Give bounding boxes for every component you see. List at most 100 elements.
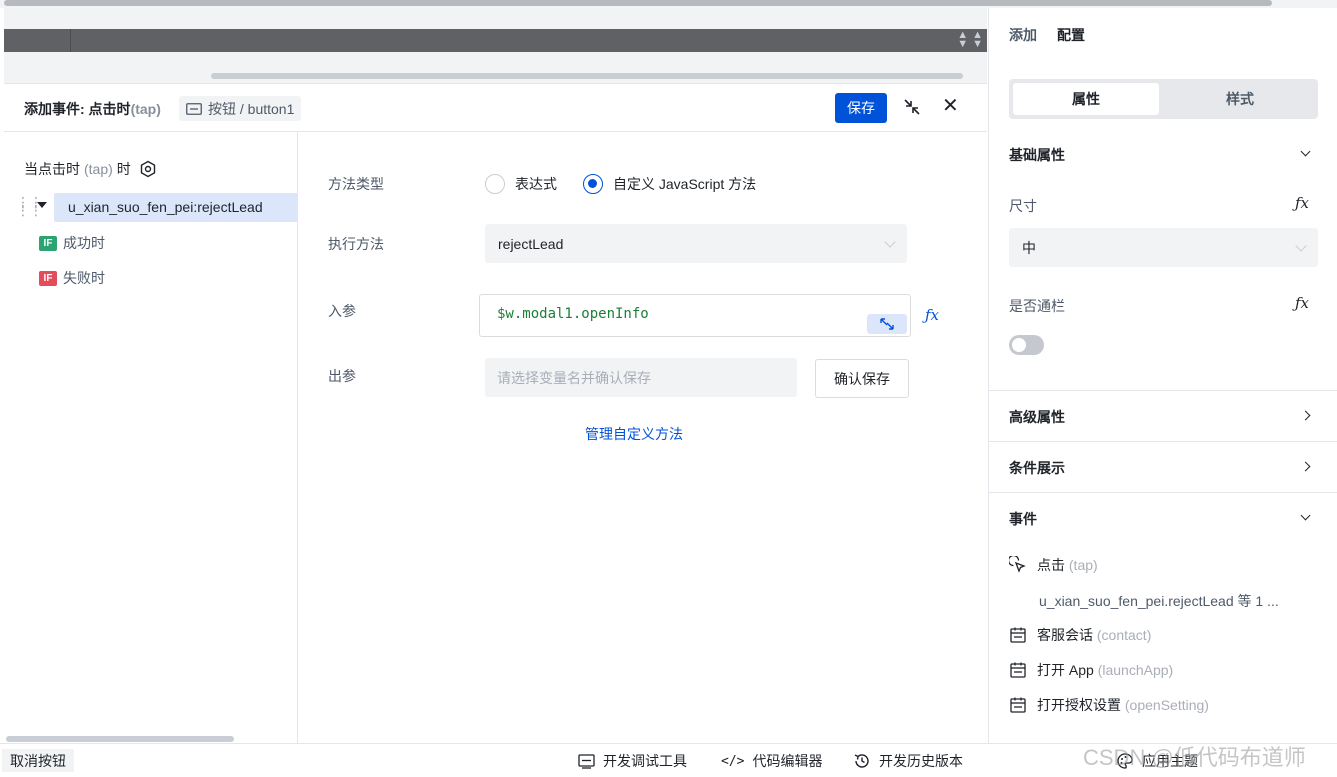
radio-expression-label: 表达式 xyxy=(515,176,557,192)
breadcrumb[interactable]: 按钮 / button1 xyxy=(179,96,302,121)
sort-icon[interactable]: ▲ ▼ xyxy=(957,30,968,50)
event-handler-summary[interactable]: u_xian_suo_fen_pei.rejectLead 等 1 ... xyxy=(1039,591,1279,611)
fx-icon[interactable]: ƒx xyxy=(1295,294,1309,312)
tree-item-label: u_xian_suo_fen_pei:rejectLead xyxy=(68,199,263,215)
top-scrollbar[interactable] xyxy=(0,0,1337,8)
event-item-tap[interactable]: 点击 (tap) xyxy=(1009,555,1098,575)
event-name: 打开 App xyxy=(1037,662,1094,678)
code-editor-button[interactable]: </> 代码编辑器 xyxy=(721,751,822,771)
section-events[interactable]: 事件 xyxy=(1009,509,1037,529)
expand-editor-button[interactable] xyxy=(867,314,907,334)
dev-tools-label: 开发调试工具 xyxy=(603,753,687,769)
event-config-form: 方法类型 表达式 自定义 JavaScript 方法 执行方法 rejectLe… xyxy=(299,132,987,744)
dev-tools-icon xyxy=(578,753,595,769)
dev-tools-button[interactable]: 开发调试工具 xyxy=(578,751,687,771)
breadcrumb-label: 按钮 / button1 xyxy=(208,100,295,117)
event-code: (contact) xyxy=(1096,627,1152,643)
input-param-editor[interactable]: $w.modal1.openInfo xyxy=(479,294,911,337)
history-icon xyxy=(854,754,869,768)
if-success-badge: IF xyxy=(39,235,57,251)
modal-title-text: 添加事件: 点击时 xyxy=(24,101,131,117)
branch-success[interactable]: IF 成功时 xyxy=(39,233,105,253)
code-editor-label: 代码编辑器 xyxy=(752,753,823,769)
chevron-right-icon[interactable] xyxy=(1300,410,1311,421)
calendar-icon xyxy=(1010,662,1026,678)
calendar-icon xyxy=(1010,627,1026,643)
segment-control: 属性 样式 xyxy=(1009,79,1318,119)
section-conditional-display[interactable]: 条件展示 xyxy=(1009,458,1065,478)
size-value: 中 xyxy=(1022,239,1036,256)
divider xyxy=(989,441,1337,442)
event-code: (openSetting) xyxy=(1124,697,1209,713)
confirm-save-button[interactable]: 确认保存 xyxy=(815,359,909,398)
history-button[interactable]: 开发历史版本 xyxy=(853,751,963,771)
output-param-label: 出参 xyxy=(328,368,356,384)
trigger-suffix: 时 xyxy=(116,161,131,177)
save-button[interactable]: 保存 xyxy=(835,93,887,123)
exec-method-label: 执行方法 xyxy=(328,236,384,252)
close-icon[interactable]: ✕ xyxy=(942,96,959,116)
sort-icon[interactable]: ▲ ▼ xyxy=(972,30,983,50)
radio-expression[interactable]: 表达式 xyxy=(485,174,557,194)
settings-gear-icon[interactable] xyxy=(139,160,157,178)
branch-fail-label: 失败时 xyxy=(63,270,105,286)
trigger-row: 当点击时 (tap) 时 xyxy=(24,159,157,179)
left-pane-scrollbar[interactable] xyxy=(6,736,234,742)
canvas-horizontal-scrollbar[interactable] xyxy=(211,73,963,79)
chevron-right-icon[interactable] xyxy=(1300,461,1311,472)
event-item-contact[interactable]: 客服会话 (contact) xyxy=(1009,625,1151,645)
event-item-launch-app[interactable]: 打开 App (launchApp) xyxy=(1009,660,1173,680)
cancel-button-chip[interactable]: 取消按钮 xyxy=(2,749,74,772)
collapse-icon[interactable] xyxy=(902,97,922,117)
caret-down-icon[interactable] xyxy=(37,202,47,208)
section-basic-props[interactable]: 基础属性 xyxy=(1009,145,1065,165)
button-component-icon xyxy=(186,102,202,115)
output-param-input[interactable]: 请选择变量名并确认保存 xyxy=(485,358,797,397)
modal-title: 添加事件: 点击时(tap) xyxy=(24,99,161,119)
event-code: (tap) xyxy=(1068,557,1098,573)
size-select[interactable]: 中 xyxy=(1009,228,1318,267)
modal-header: 添加事件: 点击时(tap) 按钮 / button1 保存 ✕ xyxy=(4,84,987,132)
chevron-down-icon[interactable] xyxy=(1300,510,1311,521)
chevron-down-icon xyxy=(884,235,896,248)
fx-icon[interactable]: ƒx xyxy=(1295,194,1309,212)
trigger-label: 当点击时 xyxy=(24,161,80,177)
event-item-open-setting[interactable]: 打开授权设置 (openSetting) xyxy=(1009,695,1209,715)
radio-custom-js-dot[interactable] xyxy=(583,174,603,194)
full-width-toggle[interactable] xyxy=(1009,335,1044,355)
branch-fail[interactable]: IF 失败时 xyxy=(39,268,105,288)
chevron-down-icon xyxy=(1295,239,1307,252)
input-param-code[interactable]: $w.modal1.openInfo xyxy=(497,306,649,322)
event-name: 打开授权设置 xyxy=(1037,697,1121,713)
method-type-label: 方法类型 xyxy=(328,176,384,192)
manage-custom-methods-link[interactable]: 管理自定义方法 xyxy=(585,424,683,444)
event-tree-pane: 当点击时 (tap) 时 ⋮⋮ ⋮⋮ u_xian_suo_fen_pei:rejec… xyxy=(4,132,298,744)
section-advanced-props[interactable]: 高级属性 xyxy=(1009,407,1065,427)
radio-custom-js[interactable]: 自定义 JavaScript 方法 xyxy=(583,174,756,194)
calendar-icon xyxy=(1010,697,1026,713)
tree-item-selected[interactable]: u_xian_suo_fen_pei:rejectLead xyxy=(54,193,298,222)
branch-success-label: 成功时 xyxy=(63,235,105,251)
table-header-divider xyxy=(70,29,71,52)
radio-expression-dot[interactable] xyxy=(485,174,505,194)
segment-properties[interactable]: 属性 xyxy=(1013,83,1159,115)
size-label: 尺寸 xyxy=(1009,198,1037,214)
exec-method-select[interactable]: rejectLead xyxy=(485,224,907,263)
tab-add[interactable]: 添加 xyxy=(1009,25,1037,45)
history-label: 开发历史版本 xyxy=(879,753,963,769)
modal-title-tap: (tap) xyxy=(130,101,161,117)
segment-styles[interactable]: 样式 xyxy=(1167,83,1313,115)
sort-icons[interactable]: ▲ ▼ ▲ ▼ xyxy=(957,30,983,50)
event-name: 点击 xyxy=(1037,557,1065,573)
top-scrollbar-thumb[interactable] xyxy=(4,0,1272,6)
fx-icon[interactable]: ƒx xyxy=(925,306,939,324)
event-code: (launchApp) xyxy=(1097,662,1174,678)
chevron-down-icon[interactable] xyxy=(1300,146,1311,157)
exec-method-value: rejectLead xyxy=(498,235,564,252)
panel-tabs: 添加 配置 xyxy=(1009,25,1085,45)
divider xyxy=(989,390,1337,391)
canvas-area: ▲ ▼ ▲ ▼ xyxy=(4,8,987,83)
input-param-label: 入参 xyxy=(328,303,356,319)
if-fail-badge: IF xyxy=(39,270,57,286)
tab-config[interactable]: 配置 xyxy=(1057,25,1085,45)
